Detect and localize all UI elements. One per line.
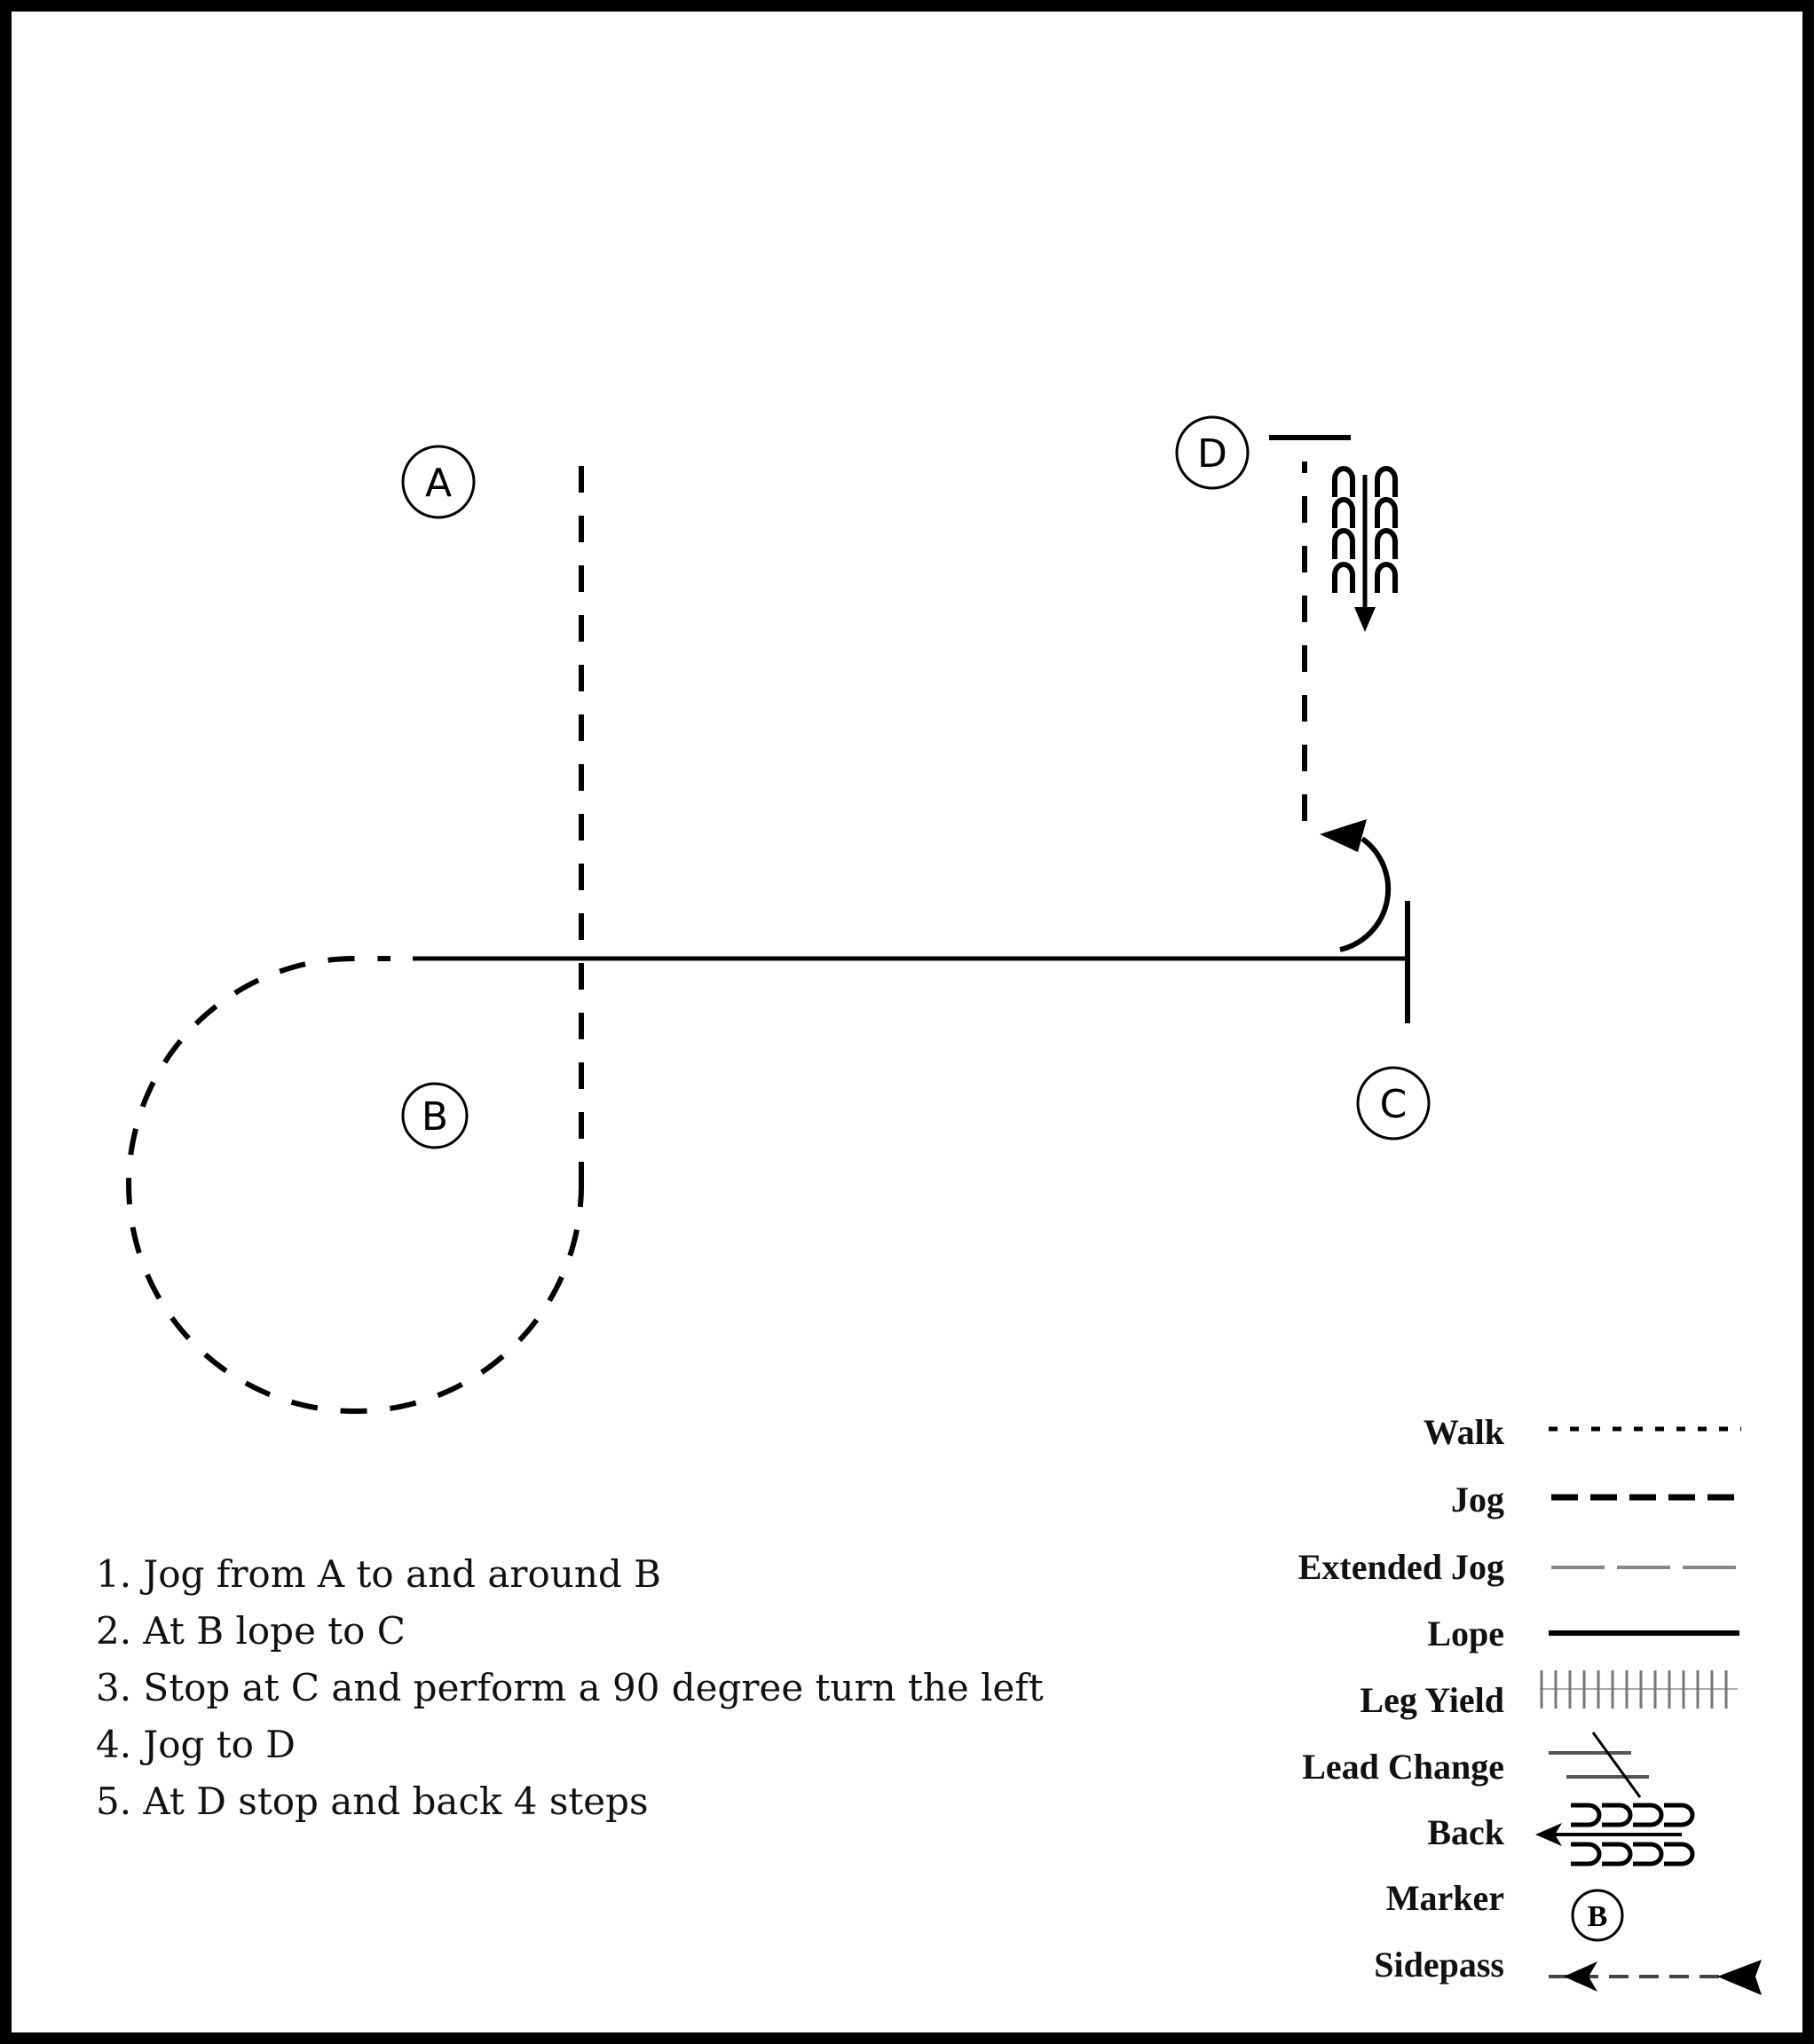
legend-label-marker: Marker (1386, 1878, 1504, 1918)
legend-label-lead-change: Lead Change (1302, 1747, 1504, 1787)
back-symbol-icon (1332, 466, 1398, 612)
instruction-item: 4. Jog to D (96, 1723, 296, 1766)
instruction-item: 2. At B lope to C (96, 1609, 406, 1653)
lead-change-icon (1549, 1732, 1649, 1798)
legend-label-walk: Walk (1424, 1412, 1505, 1452)
marker-d: D (1175, 415, 1250, 490)
turn-arrowhead-icon (1320, 819, 1367, 852)
sidepass-icon (1549, 1960, 1762, 1995)
instruction-item: 1. Jog from A to and around B (96, 1552, 661, 1596)
legend-label-extended-jog: Extended Jog (1298, 1547, 1504, 1587)
pattern-diagram: A B C D 1. Jog from A to and around B 2.… (96, 415, 1762, 1995)
back-arrowhead-icon (1354, 607, 1376, 632)
legend-label-sidepass: Sidepass (1374, 1945, 1504, 1985)
legend: Walk Jog Extended Jog Lope Leg Yield Lea… (1298, 1412, 1762, 1995)
legend-label-jog: Jog (1451, 1480, 1504, 1519)
marker-d-label: D (1197, 431, 1227, 477)
back-icon (1540, 1803, 1695, 1866)
marker-icon-label: B (1588, 1900, 1608, 1933)
legend-label-back: Back (1427, 1812, 1504, 1852)
marker-a: A (401, 445, 476, 519)
marker-icon: B (1571, 1889, 1624, 1942)
marker-c-label: C (1380, 1082, 1408, 1127)
marker-b: B (401, 1082, 469, 1149)
legend-label-lope: Lope (1427, 1614, 1504, 1653)
legend-label-leg-yield: Leg Yield (1360, 1680, 1504, 1720)
marker-b-label: B (422, 1094, 448, 1140)
instruction-item: 5. At D stop and back 4 steps (96, 1780, 649, 1823)
marker-a-label: A (425, 461, 452, 506)
turn-arc-icon (1339, 836, 1392, 952)
instructions-list: 1. Jog from A to and around B 2. At B lo… (96, 1552, 1044, 1823)
jog-loop-around-b (126, 956, 585, 1414)
leg-yield-icon (1540, 1670, 1738, 1709)
marker-c: C (1356, 1066, 1431, 1140)
instruction-item: 3. Stop at C and perform a 90 degree tur… (96, 1666, 1044, 1709)
